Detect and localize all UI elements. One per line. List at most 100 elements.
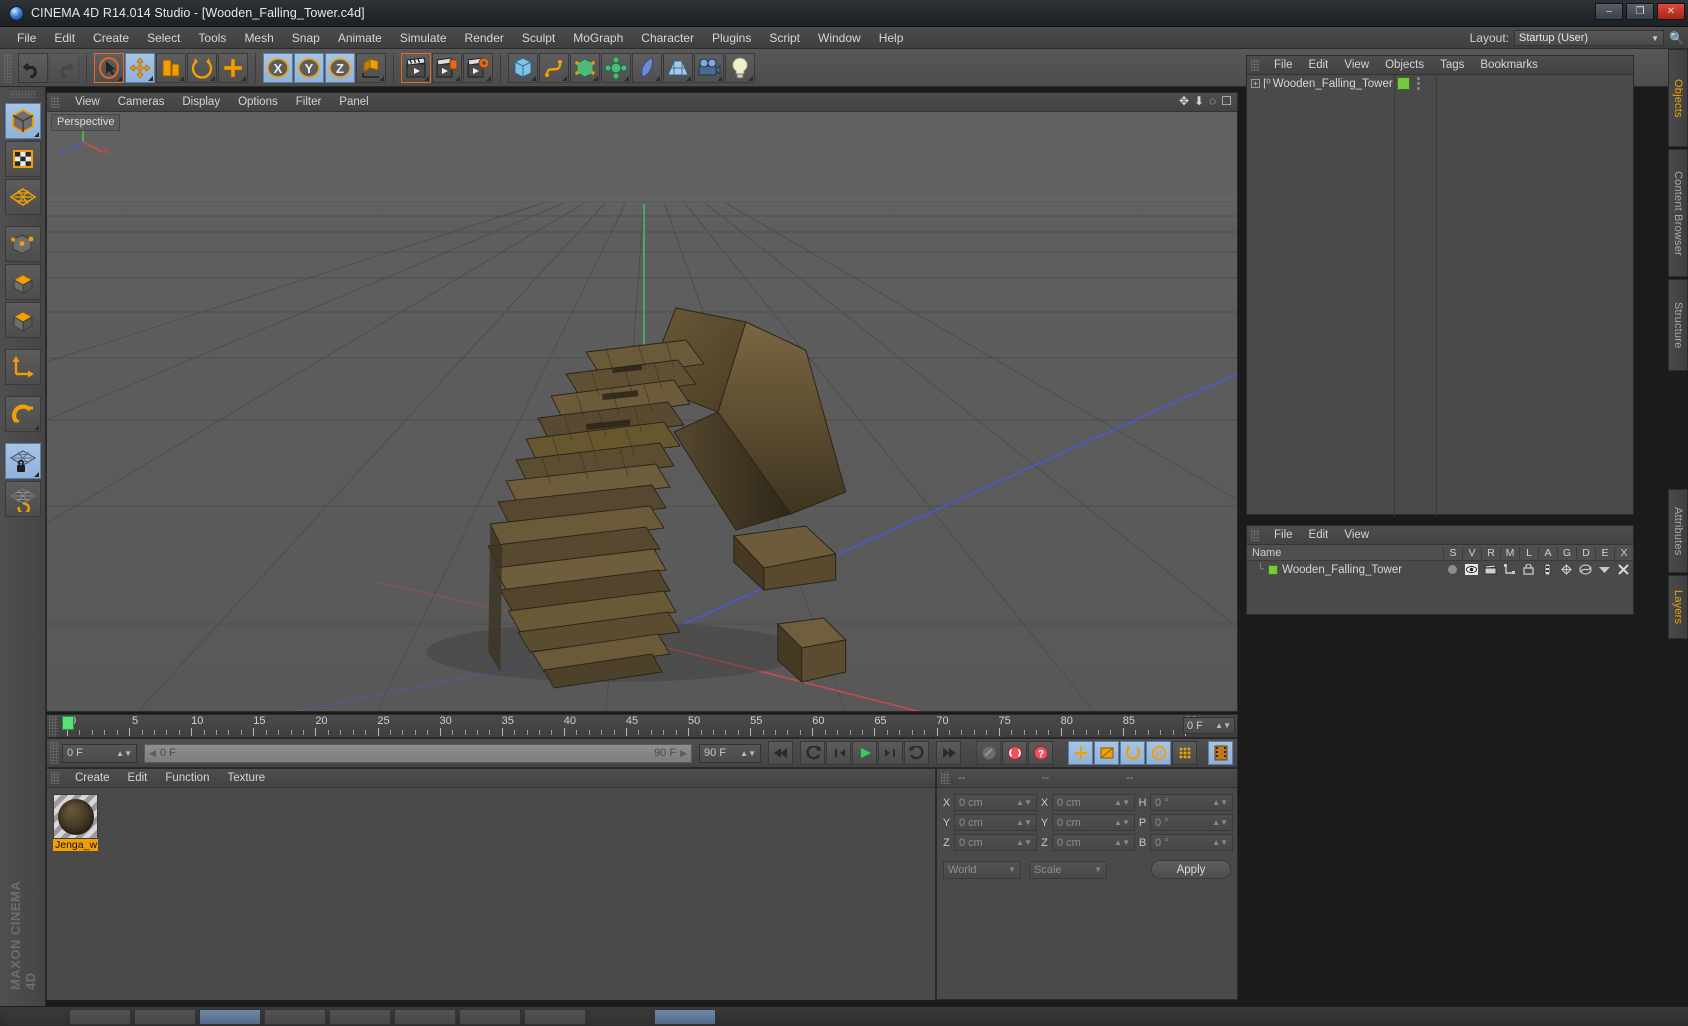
- texture-mode-button[interactable]: [4, 141, 41, 177]
- layer-menu-grip[interactable]: [1251, 529, 1260, 541]
- stepper-icon[interactable]: ▲▼: [1016, 798, 1032, 807]
- key-position-button[interactable]: [1068, 741, 1093, 765]
- play-button[interactable]: [852, 741, 877, 765]
- stepper-icon[interactable]: ▲▼: [1114, 838, 1130, 847]
- live-selection-tool[interactable]: [94, 52, 124, 83]
- object-menu-bookmarks[interactable]: Bookmarks: [1472, 58, 1546, 72]
- layer-cell-v[interactable]: [1462, 562, 1481, 577]
- material-list[interactable]: Jenga_w: [47, 788, 935, 1000]
- layer-column-s[interactable]: S: [1443, 546, 1462, 559]
- layer-cell-s[interactable]: [1443, 562, 1462, 577]
- menu-item-tools[interactable]: Tools: [189, 29, 235, 47]
- taskbar-item[interactable]: [199, 1008, 261, 1025]
- viewport-menu-cameras[interactable]: Cameras: [109, 95, 174, 109]
- layer-row[interactable]: └ Wooden_Falling_Tower: [1247, 561, 1633, 578]
- rotation-h-field[interactable]: 0 ° ▲▼: [1150, 794, 1233, 811]
- taskbar-item[interactable]: [264, 1008, 326, 1025]
- menu-item-mograph[interactable]: MoGraph: [564, 29, 632, 47]
- material-menu-edit[interactable]: Edit: [119, 771, 157, 785]
- rotation-b-field[interactable]: 0 ° ▲▼: [1150, 834, 1233, 851]
- layer-column-m[interactable]: M: [1500, 546, 1519, 559]
- layer-menu-file[interactable]: File: [1266, 528, 1301, 542]
- material-menu-texture[interactable]: Texture: [218, 771, 274, 785]
- menu-item-window[interactable]: Window: [809, 29, 870, 47]
- camera-button[interactable]: [694, 52, 724, 83]
- layer-cell-x[interactable]: [1614, 562, 1633, 577]
- stepper-icon[interactable]: ▲▼: [1114, 798, 1130, 807]
- object-menu-tags[interactable]: Tags: [1432, 58, 1472, 72]
- tag-handle-icon[interactable]: [1417, 77, 1420, 90]
- taskbar-item[interactable]: [394, 1008, 456, 1025]
- side-tab-attributes[interactable]: Attributes: [1668, 489, 1688, 573]
- lock-y-axis[interactable]: Y: [294, 52, 324, 83]
- polygon-mode-button[interactable]: [4, 179, 41, 215]
- timeline-playhead[interactable]: [62, 716, 74, 730]
- side-tab-layers[interactable]: Layers: [1668, 575, 1688, 639]
- close-button[interactable]: ✕: [1657, 3, 1685, 20]
- viewport-menu-options[interactable]: Options: [229, 95, 287, 109]
- layer-column-l[interactable]: L: [1519, 546, 1538, 559]
- layer-column-a[interactable]: A: [1538, 546, 1557, 559]
- material-menu-grip[interactable]: [51, 772, 60, 784]
- key-parameter-button[interactable]: P: [1146, 741, 1171, 765]
- key-pla-button[interactable]: [1172, 741, 1197, 765]
- side-tab-objects[interactable]: Objects: [1668, 49, 1688, 147]
- point-mode-button[interactable]: [4, 226, 41, 262]
- object-layer-column[interactable]: [1437, 75, 1633, 516]
- material-item[interactable]: Jenga_w: [53, 794, 98, 851]
- start-frame-field[interactable]: 0 F ▲▼: [62, 743, 137, 763]
- object-menu-edit[interactable]: Edit: [1301, 58, 1337, 72]
- range-left-arrow-icon[interactable]: ◀: [149, 748, 156, 759]
- stepper-icon[interactable]: ▲▼: [1114, 818, 1130, 827]
- timeline-grip[interactable]: [49, 716, 58, 737]
- taskbar-item[interactable]: [589, 1008, 651, 1025]
- maximize-icon[interactable]: ☐: [1221, 94, 1232, 108]
- key-rotation-button[interactable]: [1120, 741, 1145, 765]
- object-row[interactable]: + ⌈⁰ Wooden_Falling_Tower: [1247, 75, 1394, 92]
- timeline-ticks[interactable]: 051015202530354045505560657075808590: [61, 715, 1237, 737]
- viewport-menu-grip[interactable]: [51, 96, 60, 108]
- autokey-button[interactable]: [976, 741, 1001, 765]
- apply-button[interactable]: Apply: [1151, 860, 1231, 879]
- range-right-arrow-icon[interactable]: ▶: [680, 748, 687, 759]
- taskbar-item[interactable]: [524, 1008, 586, 1025]
- step-back-button[interactable]: [826, 741, 851, 765]
- edge-mode-button[interactable]: [4, 264, 41, 300]
- lock-workplane-button[interactable]: [4, 443, 41, 479]
- taskbar-item[interactable]: [4, 1008, 66, 1025]
- object-menu-file[interactable]: File: [1266, 58, 1301, 72]
- layer-menu-edit[interactable]: Edit: [1301, 528, 1337, 542]
- menu-item-edit[interactable]: Edit: [45, 29, 84, 47]
- taskbar-item[interactable]: [459, 1008, 521, 1025]
- coordinate-system-select[interactable]: World ▼: [943, 860, 1021, 879]
- layer-cell-l[interactable]: [1519, 562, 1538, 577]
- polygons-mode-button[interactable]: [4, 302, 41, 338]
- menu-item-snap[interactable]: Snap: [283, 29, 329, 47]
- size-x-field[interactable]: 0 cm ▲▼: [1052, 794, 1135, 811]
- layer-cell-r[interactable]: [1481, 562, 1500, 577]
- expand-toggle-icon[interactable]: +: [1251, 79, 1260, 88]
- lock-z-axis[interactable]: Z: [325, 52, 355, 83]
- enable-snap-button[interactable]: [4, 396, 41, 432]
- scale-tool[interactable]: [156, 52, 186, 83]
- record-active-objects-button[interactable]: [1002, 741, 1027, 765]
- side-tab-content-browser[interactable]: Content Browser: [1668, 149, 1688, 277]
- render-settings-button[interactable]: [463, 52, 493, 83]
- object-tag-column[interactable]: [1395, 75, 1437, 516]
- perspective-viewport[interactable]: View Cameras Display Options Filter Pane…: [46, 92, 1238, 712]
- object-tree[interactable]: + ⌈⁰ Wooden_Falling_Tower: [1247, 75, 1395, 516]
- preview-range-slider[interactable]: ◀ 0 F 90 F ▶: [144, 743, 692, 763]
- taskbar-item[interactable]: [329, 1008, 391, 1025]
- rotate-tool[interactable]: [187, 52, 217, 83]
- stepper-icon[interactable]: ▲▼: [740, 749, 756, 758]
- stepper-icon[interactable]: ▲▼: [1016, 838, 1032, 847]
- undo-button[interactable]: [18, 52, 48, 83]
- layer-cell-e[interactable]: [1595, 562, 1614, 577]
- layer-cell-g[interactable]: [1557, 562, 1576, 577]
- array-button[interactable]: [601, 52, 631, 83]
- add-tool[interactable]: [218, 52, 248, 83]
- end-frame-field[interactable]: 90 F ▲▼: [699, 743, 761, 763]
- render-view-button[interactable]: [401, 52, 431, 83]
- nurbs-button[interactable]: [570, 52, 600, 83]
- go-to-end-button[interactable]: [936, 741, 961, 765]
